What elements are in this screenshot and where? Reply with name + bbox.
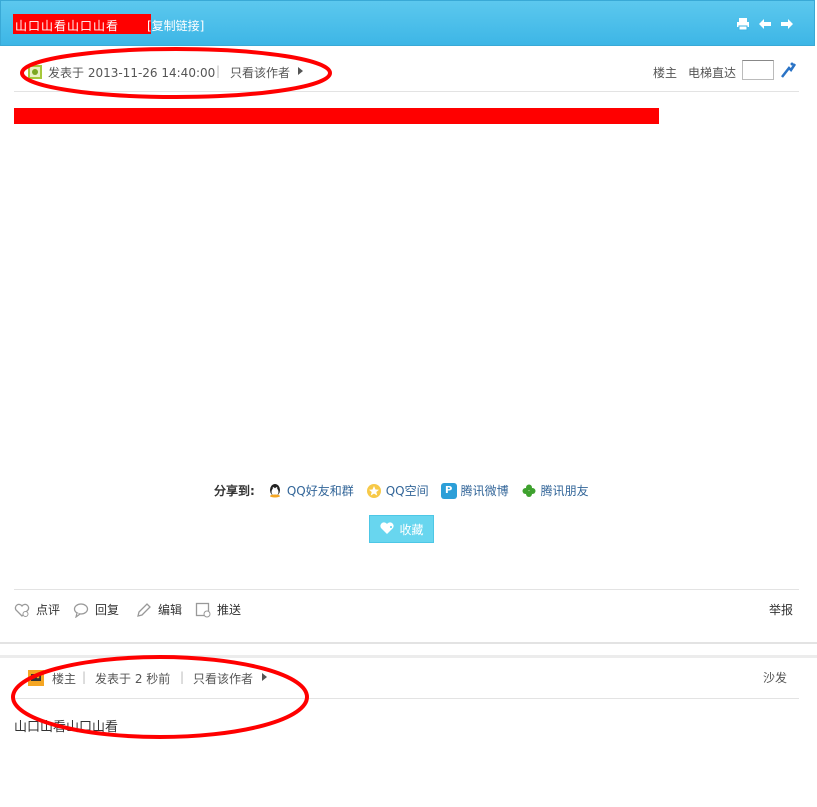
edit-button[interactable]: 编辑 <box>136 601 182 618</box>
meta-separator: | <box>180 670 185 684</box>
meta-separator: | <box>82 670 87 684</box>
elevator-label: 电梯直达 <box>687 66 736 80</box>
tencent-friends-icon <box>520 482 537 499</box>
author-only-arrow-icon <box>262 673 267 681</box>
meta-separator: | <box>216 64 221 78</box>
post1-meta: 发表于 2013-11-26 14:40:00 | 只看该作者 楼主 电梯直达 <box>14 58 799 92</box>
push-label: 推送 <box>217 603 242 617</box>
share-qq-label: QQ好友和群 <box>286 484 354 498</box>
post1-content-redaction <box>14 108 659 124</box>
comment-icon <box>14 602 30 618</box>
post1-author-only-link[interactable]: 只看该作者 <box>230 64 290 81</box>
heart-icon <box>379 521 395 538</box>
thread-header-bar: 山口山看山口山看 [复制链接] <box>0 0 815 46</box>
online-status-icon <box>28 65 42 79</box>
favorite-label: 收藏 <box>399 522 424 537</box>
post2-time: 发表于 2 秒前 <box>95 672 171 686</box>
share-row: 分享到: QQ好友和群 QQ空间 P 腾讯微博 腾讯朋友 <box>214 482 589 499</box>
post-divider-light <box>0 655 817 658</box>
thread-title: 山口山看山口山看 <box>15 19 120 33</box>
post2-meta: 楼主 | 发表于 2 秒前 | 只看该作者 沙发 <box>14 665 799 699</box>
reply-button[interactable]: 回复 <box>73 601 119 618</box>
edit-label: 编辑 <box>158 603 183 617</box>
post2-floor-label: 沙发 <box>762 671 787 685</box>
edit-icon <box>136 602 152 618</box>
share-tencent-weibo[interactable]: P 腾讯微博 <box>440 482 509 499</box>
share-label: 分享到: <box>214 484 255 498</box>
favorite-button[interactable]: 收藏 <box>369 515 434 543</box>
tencent-weibo-icon: P <box>440 482 457 499</box>
post2-content: 山口山看山口山看 <box>14 720 119 735</box>
comment-label: 点评 <box>36 603 61 617</box>
post2-floor: 楼主 <box>52 672 77 686</box>
author-only-arrow-icon <box>298 67 303 75</box>
prev-icon[interactable] <box>758 17 772 31</box>
header-tools <box>736 17 794 31</box>
post1-actions: 点评 回复 编辑 推送 举报 <box>14 589 799 629</box>
share-qzone-label: QQ空间 <box>385 484 429 498</box>
reply-icon <box>73 602 89 618</box>
elevator-input[interactable] <box>742 60 774 80</box>
post1-floor-label: 楼主 <box>652 66 677 80</box>
report-link[interactable]: 举报 <box>769 601 793 618</box>
share-qzone[interactable]: QQ空间 <box>365 482 429 499</box>
print-icon[interactable] <box>736 17 750 31</box>
share-tencent-friends[interactable]: 腾讯朋友 <box>520 482 589 499</box>
next-icon[interactable] <box>780 17 794 31</box>
push-button[interactable]: 推送 <box>195 601 241 618</box>
push-icon <box>195 602 211 618</box>
qzone-icon <box>365 482 382 499</box>
author-avatar-icon <box>28 670 44 686</box>
reply-label: 回复 <box>95 603 120 617</box>
comment-button[interactable]: 点评 <box>14 601 60 618</box>
elevator-go-icon[interactable] <box>779 61 797 79</box>
share-tencent-friends-label: 腾讯朋友 <box>540 484 589 498</box>
share-tencent-weibo-label: 腾讯微博 <box>460 484 509 498</box>
page: 山口山看山口山看 [复制链接] 发表于 2013-11-26 14:40:00 … <box>0 0 817 807</box>
qq-icon <box>266 482 283 499</box>
share-qq[interactable]: QQ好友和群 <box>266 482 354 499</box>
copy-link-button[interactable]: [复制链接] <box>147 17 204 34</box>
post-divider <box>0 642 817 644</box>
post1-time: 发表于 2013-11-26 14:40:00 <box>48 66 216 80</box>
post2-author-only-link[interactable]: 只看该作者 <box>193 670 253 687</box>
